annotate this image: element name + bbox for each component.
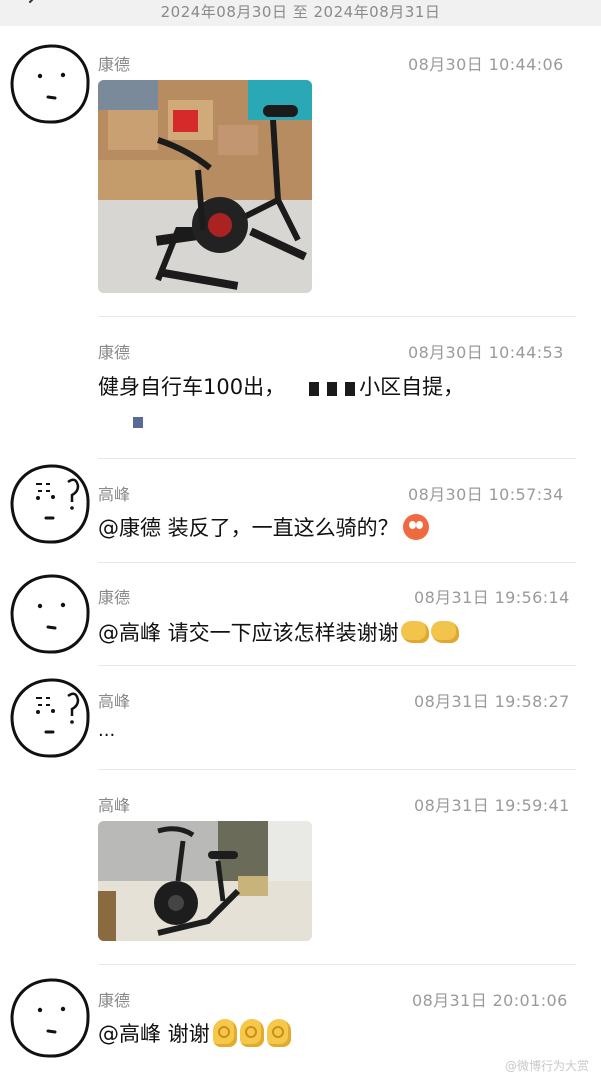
ok-hand-icon [212, 1019, 237, 1047]
avatar-gaofeng[interactable] [8, 462, 92, 546]
message-divider [98, 562, 576, 563]
ok-hand-icon [266, 1019, 291, 1047]
message-time: 08月31日 19:58:27 [414, 692, 570, 711]
message-time: 08月31日 19:56:14 [414, 588, 570, 607]
watermark: @微博行为大赏 [504, 1059, 589, 1073]
sender-name: 高峰 [98, 796, 131, 815]
bike-photo-1[interactable] [98, 80, 312, 293]
sender-name: 康德 [98, 588, 131, 607]
date-range: 2024年08月30日 至 2024年08月31日 [160, 3, 441, 21]
sender-name: 高峰 [98, 692, 131, 711]
avatar-kangde[interactable] [8, 976, 92, 1060]
sender-name: 康德 [98, 343, 131, 362]
message-text: 健身自行车100出， 小区自提， [98, 375, 465, 399]
sender-name: 高峰 [98, 485, 131, 504]
message-time: 08月31日 19:59:41 [414, 796, 570, 815]
avatar-kangde[interactable] [8, 42, 92, 126]
header-bar: 2024年08月30日 至 2024年08月31日 [0, 0, 601, 26]
ok-hand-icon [239, 1019, 264, 1047]
avatar-kangde[interactable] [8, 572, 92, 656]
message-divider [98, 964, 576, 965]
message-text: @高峰 请交一下应该怎样装谢谢 [98, 617, 459, 647]
message-time: 08月31日 20:01:06 [412, 991, 568, 1010]
avatar-gaofeng[interactable] [8, 676, 92, 760]
message-text: ... [98, 720, 116, 741]
handshake-icon [430, 621, 459, 643]
censor-block [327, 382, 338, 396]
handshake-icon [400, 621, 429, 643]
message-time: 08月30日 10:44:06 [408, 55, 564, 74]
message-divider [98, 316, 576, 317]
message-time: 08月30日 10:44:53 [408, 343, 564, 362]
censor-block [309, 382, 320, 396]
censor-block [133, 417, 143, 428]
message-divider [98, 665, 576, 666]
censor-block [345, 382, 356, 396]
message-text: @高峰 谢谢 [98, 1018, 291, 1048]
message-divider [98, 458, 576, 459]
message-text: @康德 装反了，一直这么骑的？ [98, 512, 429, 542]
message-time: 08月30日 10:57:34 [408, 485, 564, 504]
sender-name: 康德 [98, 991, 131, 1010]
bike-photo-2[interactable] [98, 821, 312, 941]
sender-name: 康德 [98, 55, 131, 74]
emoji-hot-face-icon [402, 514, 429, 540]
message-divider [98, 769, 576, 770]
